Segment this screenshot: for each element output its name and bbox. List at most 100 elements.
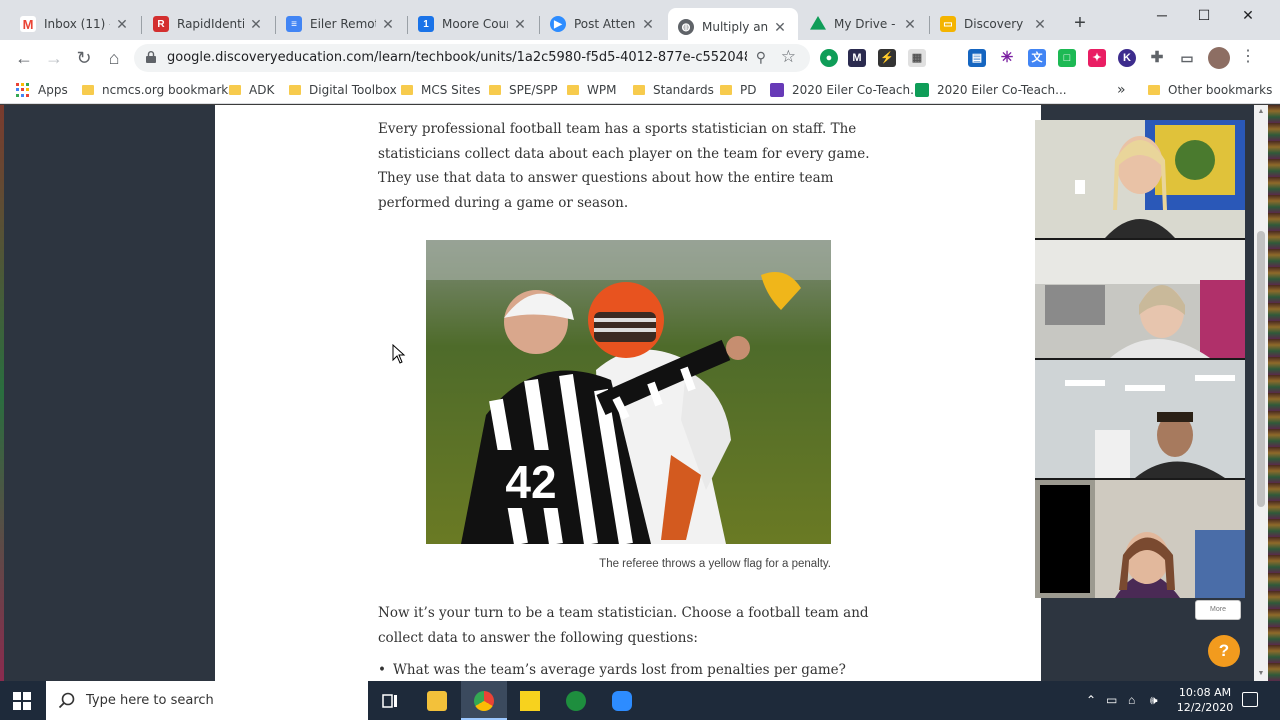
profile-avatar[interactable] — [1208, 47, 1230, 69]
address-bar[interactable]: google.discoveryeducation.com/learn/tech… — [134, 44, 810, 72]
bookmark-label: Standards — [653, 83, 714, 97]
rapididentity-icon: R — [153, 16, 169, 32]
close-icon[interactable]: ✕ — [902, 16, 918, 33]
tab-label: RapidIdentity — [177, 17, 244, 31]
close-icon[interactable]: ✕ — [114, 16, 130, 33]
taskbar-clock[interactable]: 10:08 AM 12/2/2020 — [1176, 685, 1234, 715]
screen: M Inbox (11) - sc ✕ R RapidIdentity ✕ ≡ … — [0, 0, 1280, 720]
extension-k-icon[interactable]: K — [1118, 49, 1136, 67]
tray-device-icon[interactable]: ▭ — [1106, 693, 1117, 707]
extension-lightning-icon[interactable]: ⚡ — [878, 49, 896, 67]
close-icon[interactable]: ✕ — [640, 16, 656, 33]
extension-share-icon[interactable]: ✦ — [1088, 49, 1106, 67]
participant-video[interactable] — [1035, 120, 1245, 238]
extension-grid-icon[interactable]: ▦ — [908, 49, 926, 67]
bookmark-eiler-coteach-2[interactable]: 2020 Eiler Co-Teach... — [915, 81, 1067, 99]
more-button[interactable]: More — [1195, 600, 1241, 620]
lock-icon — [146, 51, 156, 63]
gmail-icon: M — [20, 16, 36, 32]
bookmark-apps[interactable]: Apps — [16, 81, 68, 99]
extension-flashcards-icon[interactable]: □ — [1058, 49, 1076, 67]
zoom-app-icon[interactable] — [599, 681, 645, 720]
extension-asterisk-icon[interactable]: ✳ — [998, 49, 1016, 67]
bookmark-digital-toolbox[interactable]: Digital Toolbox — [289, 81, 397, 99]
browser-menu-icon[interactable]: ⋮ — [1240, 46, 1256, 70]
bookmark-label: Other bookmarks — [1168, 83, 1273, 97]
tab-moore-county[interactable]: 1 Moore County ✕ — [408, 8, 538, 40]
windows-start-icon[interactable] — [13, 692, 31, 710]
bookmarks-overflow-button[interactable]: » — [1117, 81, 1126, 99]
chrome-icon[interactable] — [461, 681, 507, 720]
extensions-puzzle-icon[interactable]: ✚ — [1148, 49, 1166, 67]
close-icon[interactable]: ✕ — [772, 19, 788, 36]
bookmark-ncmcs[interactable]: ncmcs.org bookmarks — [82, 81, 234, 99]
tab-label: Eiler Remote L — [310, 17, 376, 31]
volume-icon[interactable]: 🕪 — [1150, 693, 1158, 708]
bookmark-standards[interactable]: Standards — [633, 81, 714, 99]
google-meet-icon[interactable] — [553, 681, 599, 720]
page-scrollbar[interactable]: ▲ ▼ — [1254, 105, 1268, 681]
tab-my-drive[interactable]: My Drive - Go ✕ — [800, 8, 928, 40]
participant-video[interactable] — [1035, 480, 1245, 598]
zoom-icon[interactable]: ⚲ — [756, 49, 766, 66]
note-icon — [520, 691, 540, 711]
google-translate-icon[interactable]: 文 — [1028, 49, 1046, 67]
tab-eiler-remote[interactable]: ≡ Eiler Remote L ✕ — [276, 8, 406, 40]
new-tab-button[interactable]: + — [1068, 12, 1092, 36]
scroll-up-arrow-icon[interactable]: ▲ — [1254, 105, 1268, 119]
home-button[interactable]: ⌂ — [102, 46, 126, 70]
cast-icon[interactable]: ▭ — [1178, 49, 1196, 67]
taskbar-search[interactable]: Type here to search — [46, 681, 368, 720]
bookmark-spe-spp[interactable]: SPE/SPP — [489, 81, 558, 99]
slides-icon: ▭ — [940, 16, 956, 32]
close-icon[interactable]: ✕ — [248, 16, 264, 33]
bookmark-pd[interactable]: PD — [720, 81, 756, 99]
close-icon[interactable]: ✕ — [1032, 16, 1048, 33]
scrollbar-thumb[interactable] — [1257, 231, 1265, 507]
lesson-content: Every professional football team has a s… — [215, 105, 1041, 681]
bookmark-other[interactable]: Other bookmarks — [1148, 81, 1272, 99]
tab-post-attendee[interactable]: ▶ Post Attendee ✕ — [540, 8, 666, 40]
close-window-button[interactable]: ✕ — [1226, 4, 1270, 26]
bookmark-eiler-coteach-1[interactable]: 2020 Eiler Co-Teach... — [770, 81, 922, 99]
task-view-button[interactable] — [367, 681, 413, 720]
search-placeholder: Type here to search — [86, 693, 214, 708]
close-icon[interactable]: ✕ — [380, 16, 396, 33]
bookmark-adk[interactable]: ADK — [229, 81, 274, 99]
file-explorer-icon[interactable] — [414, 681, 460, 720]
bookmark-label: MCS Sites — [421, 83, 481, 97]
extension-tm-icon[interactable]: M — [848, 49, 866, 67]
globe-icon: ◍ — [678, 19, 694, 35]
notifications-icon[interactable] — [1242, 692, 1258, 707]
referee-photo: 42 — [426, 240, 831, 544]
network-icon[interactable]: ⌂ — [1128, 693, 1135, 707]
back-button[interactable]: ← — [12, 46, 36, 70]
minimize-button[interactable]: ─ — [1140, 4, 1184, 26]
help-button[interactable]: ? — [1208, 635, 1240, 667]
close-icon[interactable]: ✕ — [512, 16, 528, 33]
maximize-button[interactable]: ☐ — [1182, 4, 1226, 26]
intro-paragraph: Every professional football team has a s… — [378, 121, 870, 211]
extension-green-dot-icon[interactable]: ● — [820, 49, 838, 67]
search-icon — [58, 692, 75, 708]
participant-video[interactable] — [1035, 360, 1245, 478]
forward-button[interactable]: → — [42, 46, 66, 70]
extension-document-icon[interactable]: ▤ — [968, 49, 986, 67]
scroll-down-arrow-icon[interactable]: ▼ — [1254, 667, 1268, 681]
participant-video[interactable] — [1035, 240, 1245, 358]
tab-discovery-education[interactable]: ▭ Discovery Edu ✕ — [930, 8, 1058, 40]
reload-button[interactable]: ↻ — [72, 46, 96, 70]
tab-rapididentity[interactable]: R RapidIdentity ✕ — [143, 8, 274, 40]
folder-icon — [489, 85, 501, 95]
bookmark-mcs-sites[interactable]: MCS Sites — [401, 81, 480, 99]
bookmark-wpm[interactable]: WPM — [567, 81, 616, 99]
sticky-notes-icon[interactable] — [507, 681, 553, 720]
bookmark-star-icon[interactable]: ☆ — [781, 47, 796, 67]
tray-chevron-icon[interactable]: ⌃ — [1086, 693, 1096, 707]
folder-icon — [427, 691, 447, 711]
referee-number-text: 42 — [505, 456, 556, 508]
chrome-logo-icon — [474, 691, 494, 711]
bookmark-label: SPE/SPP — [509, 83, 558, 97]
bookmark-label: Digital Toolbox — [309, 83, 397, 97]
tab-inbox[interactable]: M Inbox (11) - sc ✕ — [10, 8, 140, 40]
